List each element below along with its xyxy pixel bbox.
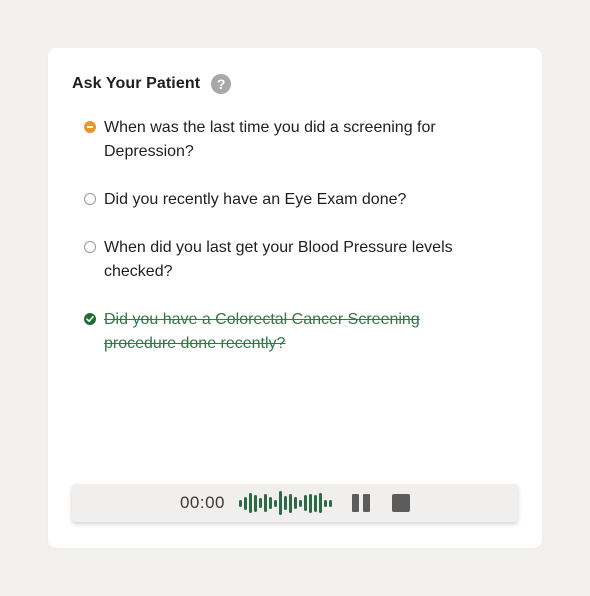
stop-button[interactable]: [392, 494, 411, 512]
question-item[interactable]: Did you recently have an Eye Exam done?: [84, 188, 484, 212]
waveform-bar: [324, 499, 328, 507]
waveform-bar: [304, 495, 308, 511]
question-text: Did you recently have an Eye Exam done?: [104, 191, 407, 208]
empty-circle-icon: [84, 241, 96, 253]
waveform-bar: [329, 499, 333, 507]
waveform-bar: [314, 494, 318, 512]
audio-recorder-bar: 00:00: [72, 484, 518, 522]
waveform-bar: [274, 499, 278, 507]
pause-bar: [363, 494, 371, 512]
question-item[interactable]: When was the last time you did a screeni…: [84, 116, 484, 164]
pause-bar: [352, 494, 360, 512]
pause-button[interactable]: [352, 494, 371, 512]
question-text: When did you last get your Blood Pressur…: [104, 239, 453, 280]
recording-timer: 00:00: [179, 493, 226, 512]
waveform-bar: [239, 499, 243, 507]
waveform-bar: [279, 491, 283, 515]
help-icon[interactable]: ?: [211, 74, 232, 94]
card-header: Ask Your Patient ?: [72, 74, 232, 94]
waveform-bar: [294, 497, 298, 509]
question-text: Did you have a Colorectal Cancer Screeni…: [104, 311, 420, 352]
waveform-bar: [249, 493, 253, 513]
check-circle-icon: [84, 313, 96, 325]
dash-circle-icon: [84, 121, 96, 133]
waveform-bar: [244, 496, 248, 510]
waveform-bar: [254, 494, 258, 512]
waveform-bar: [259, 498, 263, 508]
question-item[interactable]: Did you have a Colorectal Cancer Screeni…: [84, 308, 484, 356]
waveform-icon: [239, 490, 334, 516]
question-text: When was the last time you did a screeni…: [104, 119, 436, 160]
panel-title: Ask Your Patient: [72, 75, 201, 92]
waveform-bar: [269, 497, 273, 509]
waveform-bar: [299, 499, 303, 507]
waveform-bar: [284, 496, 288, 510]
waveform-bar: [319, 493, 323, 513]
waveform-bar: [309, 493, 313, 513]
ask-your-patient-card: Ask Your Patient ? When was the last tim…: [48, 48, 542, 548]
question-list: When was the last time you did a screeni…: [84, 116, 484, 380]
waveform-bar: [264, 494, 268, 512]
question-item[interactable]: When did you last get your Blood Pressur…: [84, 236, 484, 284]
empty-circle-icon: [84, 193, 96, 205]
waveform-bar: [289, 493, 293, 513]
